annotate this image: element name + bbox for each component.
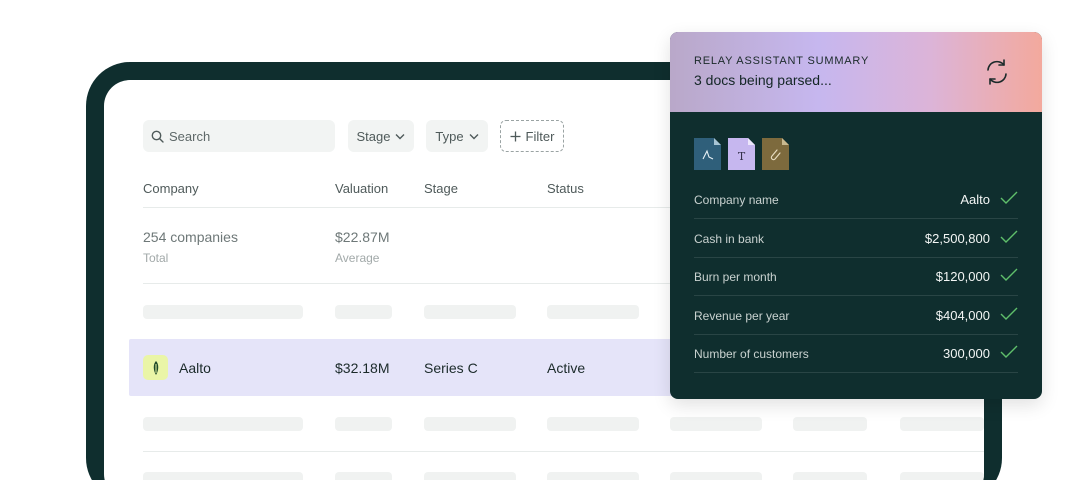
search-input[interactable]: Search [143,120,335,152]
field-label: Number of customers [694,347,809,361]
add-filter-label: Filter [525,128,555,144]
svg-text:T: T [738,150,746,163]
skeleton-cell [335,472,392,480]
check-icon [1000,191,1018,204]
company-logo [143,355,168,380]
skeleton-cell [900,472,984,480]
field-label: Revenue per year [694,309,790,323]
refresh-icon[interactable] [984,57,1010,87]
skeleton-cell [670,472,762,480]
search-placeholder: Search [169,128,211,144]
skeleton-cell [424,417,516,431]
chevron-down-icon [469,133,479,139]
field-label: Company name [694,193,779,207]
company-valuation: $32.18M [335,360,390,376]
company-stage: Series C [424,360,478,376]
row-divider [143,451,984,452]
column-header-valuation[interactable]: Valuation [335,181,388,196]
extracted-field-row: Revenue per year $404,000 [694,296,1018,335]
search-icon [151,130,164,143]
field-divider [694,372,1018,373]
skeleton-cell [547,417,639,431]
average-valuation-caption: Average [335,251,380,265]
skeleton-cell [900,417,984,431]
field-value: 300,000 [943,346,990,361]
assistant-summary-title: 3 docs being parsed... [694,72,832,88]
column-header-status[interactable]: Status [547,181,584,196]
skeleton-cell [670,417,762,431]
field-value: $120,000 [935,269,990,284]
skeleton-cell [424,472,516,480]
skeleton-cell [547,472,639,480]
column-header-company[interactable]: Company [143,181,199,196]
check-icon [1000,345,1018,358]
skeleton-cell [793,417,867,431]
skeleton-cell [424,305,516,319]
company-name: Aalto [179,360,211,376]
leaf-logo-icon [153,360,158,375]
skeleton-cell [335,417,392,431]
skeleton-cell [143,305,303,319]
assistant-summary-panel: RELAY ASSISTANT SUMMARY 3 docs being par… [670,32,1042,399]
skeleton-cell [143,472,303,480]
assistant-summary-kicker: RELAY ASSISTANT SUMMARY [694,55,870,67]
extracted-field-row: Cash in bank $2,500,800 [694,219,1018,258]
add-filter-button[interactable]: Filter [500,120,564,152]
attachment-icon[interactable] [762,138,789,170]
field-label: Cash in bank [694,232,765,246]
field-value: Aalto [960,192,990,207]
company-status: Active [547,360,586,376]
skeleton-cell [143,417,303,431]
check-icon [1000,268,1018,281]
extracted-field-row: Number of customers 300,000 [694,334,1018,373]
field-value: $2,500,800 [924,231,990,246]
field-label: Burn per month [694,270,777,284]
skeleton-cell [793,472,867,480]
skeleton-cell [335,305,392,319]
assistant-summary-header: RELAY ASSISTANT SUMMARY 3 docs being par… [670,32,1042,112]
check-icon [1000,230,1018,243]
pdf-icon[interactable] [694,138,721,170]
extracted-field-row: Company name Aalto [694,180,1018,219]
skeleton-cell [547,305,639,319]
average-valuation: $22.87M [335,229,390,245]
field-value: $404,000 [935,308,990,323]
company-count-caption: Total [143,251,169,265]
stage-dropdown-label: Stage [356,128,391,144]
extracted-field-row: Burn per month $120,000 [694,257,1018,296]
stage-dropdown[interactable]: Stage [348,120,414,152]
type-dropdown-label: Type [435,128,464,144]
check-icon [1000,307,1018,320]
type-dropdown[interactable]: Type [426,120,488,152]
company-count: 254 companies [143,229,238,245]
chevron-down-icon [395,133,405,139]
text-doc-icon[interactable]: T [728,138,755,170]
column-header-stage[interactable]: Stage [424,181,458,196]
plus-icon [510,131,521,141]
